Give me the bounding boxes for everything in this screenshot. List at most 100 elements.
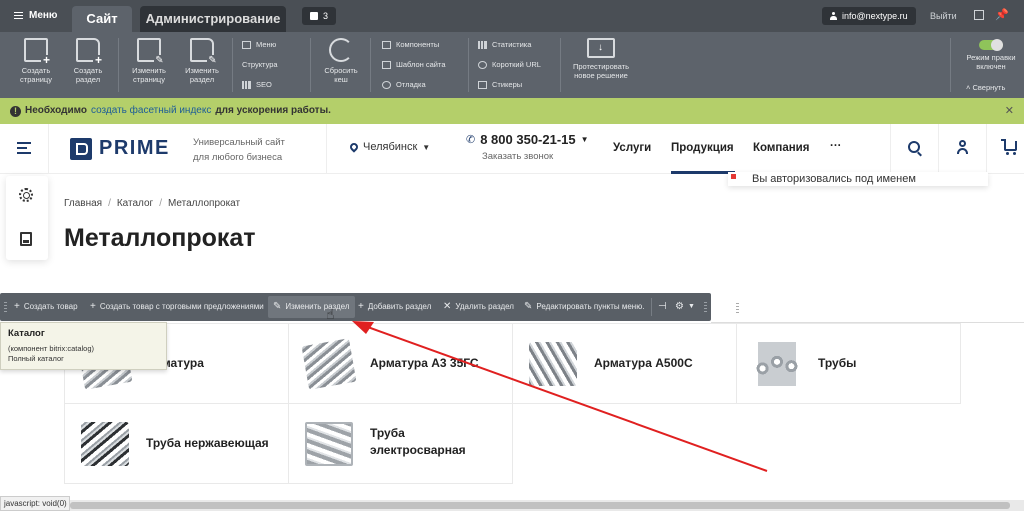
create-page-button[interactable]: Создать страницу (12, 38, 60, 84)
debug-dropdown[interactable]: Отладка (382, 80, 426, 89)
reset-cache-button[interactable]: Сбросить кеш (318, 38, 364, 84)
create-product-offers-label: Создать товар с торговыми предложениями (99, 302, 264, 311)
site-template-dropdown[interactable]: Шаблон сайта (382, 60, 446, 69)
tab-site[interactable]: Сайт (72, 6, 132, 32)
debug-icon (382, 80, 391, 89)
user-email: info@nextype.ru (842, 11, 908, 21)
gear-icon[interactable] (19, 188, 33, 202)
logo-text: PRIME (99, 137, 170, 159)
catalog-item[interactable]: Трубы (736, 323, 961, 404)
menu-dropdown[interactable]: Меню (242, 40, 276, 49)
notice-suffix: для ускорения работы. (215, 105, 331, 116)
menu-lines-icon (242, 40, 251, 49)
bookmark-icon[interactable] (20, 232, 32, 246)
edit-section-toolbar-button[interactable]: Изменить раздел (178, 38, 226, 84)
logout-link[interactable]: Выйти (930, 11, 957, 21)
close-icon[interactable]: ✕ (1005, 98, 1014, 124)
stickers-dropdown[interactable]: Стикеры (478, 80, 522, 89)
edit-mode-toggle[interactable]: Режим правки включен (960, 39, 1022, 71)
cart-icon[interactable] (1001, 139, 1017, 155)
create-facet-index-link[interactable]: создать фасетный индекс (91, 98, 211, 124)
create-product-button[interactable]: + Создать товар (14, 293, 78, 321)
breadcrumb-current: Металлопрокат (167, 198, 241, 209)
create-section-button[interactable]: Создать раздел (64, 38, 112, 84)
window-icon[interactable] (974, 10, 984, 20)
settings-dropdown[interactable]: ⚙ ▼ (675, 293, 695, 321)
add-section-button[interactable]: + Добавить раздел (358, 293, 431, 321)
statistics-dropdown[interactable]: Статистика (478, 40, 531, 49)
logo-mark-icon (70, 137, 92, 160)
nav-products[interactable]: Продукция (671, 142, 734, 154)
scrollbar-thumb[interactable] (70, 502, 1010, 509)
delete-section-button[interactable]: ✕ Удалить раздел (443, 293, 514, 321)
components-label: Компоненты (396, 40, 440, 49)
catalog-item[interactable]: Труба электросварная (288, 403, 513, 484)
edit-menu-items-button[interactable]: ✎ Редактировать пункты меню. (524, 293, 644, 321)
callback-link[interactable]: Заказать звонок (482, 151, 553, 162)
edit-page-button[interactable]: Изменить страницу (124, 38, 174, 84)
catalog-item[interactable]: Арматура А500С (512, 323, 737, 404)
tooltip-title: Каталог (8, 328, 45, 339)
edit-section-button[interactable]: ✎ Изменить раздел (268, 296, 355, 318)
edit-section-label: Изменить раздел (285, 302, 350, 311)
debug-label: Отладка (396, 80, 426, 89)
catalog-item[interactable]: Арматура А3 35ГС (288, 323, 513, 404)
horizontal-scrollbar[interactable] (0, 500, 1024, 511)
drag-handle-icon[interactable] (4, 302, 7, 312)
breadcrumb-catalog[interactable]: Каталог (117, 198, 153, 209)
resize-handle-icon[interactable] (736, 303, 739, 315)
seo-dropdown[interactable]: SEO (242, 80, 272, 89)
monitor-icon (587, 38, 615, 58)
pin-icon[interactable]: 📌 (995, 8, 1009, 21)
close-marker-icon[interactable] (731, 174, 736, 179)
profile-icon[interactable] (957, 140, 968, 154)
toggle-switch[interactable] (979, 39, 1003, 51)
edit-folder-icon (190, 38, 218, 66)
components-dropdown[interactable]: Компоненты (382, 40, 439, 49)
seo-label: SEO (256, 80, 272, 89)
admin-menu-button[interactable]: Меню (14, 10, 57, 21)
create-folder-icon (76, 38, 104, 66)
nav-services[interactable]: Услуги (613, 142, 651, 154)
breadcrumb: Главная / Каталог / Металлопрокат (64, 198, 240, 209)
component-tooltip: Каталог (компонент bitrix:catalog) Полны… (0, 322, 167, 370)
plus-icon: + (358, 301, 364, 312)
search-icon[interactable] (908, 141, 920, 153)
test-solution-button[interactable]: Протестировать новое решение (566, 38, 636, 80)
catalog-item-label: Труба нержавеющая (146, 436, 269, 450)
catalog-item-label: Арматура А3 35ГС (370, 356, 479, 370)
create-product-offers-button[interactable]: + Создать товар с торговыми предложениям… (90, 293, 264, 321)
toolbar-divider (468, 38, 469, 92)
pencil-icon: ✎ (524, 301, 533, 312)
collapse-toolbar-link[interactable]: ˄ Свернуть (966, 83, 1005, 92)
menu-label: Меню (256, 40, 277, 49)
breadcrumb-separator: / (159, 198, 162, 209)
phone-dropdown[interactable]: ✆ 8 800 350-21-15 ▼ (466, 132, 589, 147)
toolbar-divider (232, 38, 233, 92)
tab-administration[interactable]: Администрирование (140, 6, 286, 32)
notifications-count: 3 (323, 11, 329, 21)
nav-more[interactable]: ··· (830, 140, 842, 152)
pin-toolbar-button[interactable]: ⊣ (658, 293, 667, 321)
toolbar-divider (118, 38, 119, 92)
admin-menu-label: Меню (29, 10, 58, 21)
structure-dropdown[interactable]: Структура (242, 60, 315, 391)
pencil-icon: ✎ (273, 301, 282, 312)
chevron-down-icon: ▼ (687, 303, 695, 310)
burger-menu-icon[interactable] (17, 142, 31, 154)
site-logo[interactable]: PRIME (70, 137, 170, 160)
short-url-dropdown[interactable]: Короткий URL (478, 60, 541, 69)
notifications-button[interactable]: 3 (302, 7, 337, 25)
catalog-item-label: Трубы (818, 356, 857, 370)
stainless-pipe-image (81, 422, 129, 466)
hand-cursor-icon: ☝ (326, 306, 335, 322)
nav-company[interactable]: Компания (753, 142, 809, 154)
user-account-button[interactable]: info@nextype.ru (822, 7, 916, 25)
city-selector[interactable]: Челябинск ▼ (348, 141, 431, 153)
catalog-item[interactable]: Труба нержавеющая (64, 403, 289, 484)
tooltip-component: (компонент bitrix:catalog) (8, 344, 94, 353)
drag-handle-icon[interactable] (704, 302, 707, 312)
chevron-down-icon: ▼ (422, 142, 431, 152)
breadcrumb-home[interactable]: Главная (64, 198, 102, 209)
site-template-label: Шаблон сайта (396, 60, 446, 69)
